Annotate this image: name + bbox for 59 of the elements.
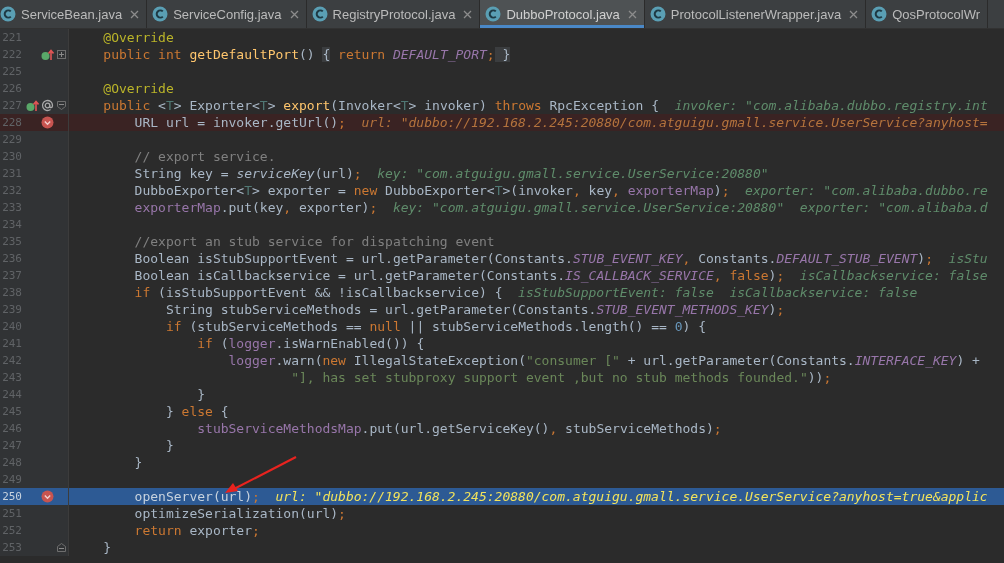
inline-debug-value: isCallbackservice: false (799, 268, 988, 283)
close-icon[interactable] (463, 9, 473, 19)
class-icon (311, 6, 328, 22)
breakpoint-icon[interactable] (41, 116, 54, 129)
line-number: 228 (1, 116, 22, 129)
code-line: //export an stub service for dispatching event (133, 234, 495, 249)
code-line: } else { (164, 404, 229, 419)
class-icon (649, 6, 666, 22)
code-line: openServer(url); (133, 489, 260, 504)
code-line: Boolean isCallbackservice = url.getParameter(Constants.IS_CALLBACK_SERVICE, false); (133, 268, 785, 283)
class-icon (871, 6, 888, 22)
fold-end-icon[interactable] (56, 543, 66, 552)
at-sign-icon[interactable] (41, 99, 54, 112)
class-icon (485, 6, 502, 22)
code-line: optimizeSerialization(url); (133, 506, 346, 521)
override-arrow-icon[interactable] (41, 48, 54, 61)
code-line: exporterMap.put(key, exporter); (133, 200, 378, 215)
code-line: // export service. (133, 149, 276, 164)
inline-debug-value: isStubSupportEvent: false isCallbackservice: false (518, 285, 918, 300)
code-line: "], has set stubproxy support event ,but no stub methods founded.")); (290, 370, 832, 385)
line-number: 250 (1, 490, 22, 503)
inline-debug-value: invoker: "com.alibaba.dubbo.registry.int (674, 98, 988, 113)
editor-tab[interactable]: ServiceBean.java (0, 0, 148, 28)
code-line: DubboExporter<T> exporter = new DubboExporter<T>(invoker, key, exporterMap); (133, 183, 730, 198)
inline-debug-value: url: "dubbo://192.168.2.245:20880/com.atguigu.gmall.service.UserService?anyhost=true&applic (275, 489, 988, 504)
code-line: String stubServiceMethods = url.getParameter(Constants.STUB_EVENT_METHODS_KEY); (164, 302, 785, 317)
inline-debug-value: key: "com.atguigu.gmall.service.UserService:20880" exporter: "com.alibaba.d (392, 200, 988, 215)
code-line: if (isStubSupportEvent && !isCallbackservice) { (133, 285, 503, 300)
class-icon (152, 6, 169, 22)
code-line: public <T> Exporter<T> export(Invoker<T> invoker) throws RpcException { (102, 98, 660, 113)
code-line: } (102, 540, 112, 555)
close-icon[interactable] (130, 9, 140, 19)
inline-debug-value: key: "com.atguigu.gmall.service.UserService:20880" (377, 166, 769, 181)
close-icon[interactable] (849, 9, 859, 19)
code-line: public int getDefaultPort() { return DEFAULT_PORT; } (102, 47, 511, 62)
code-line: URL url = invoker.getUrl(); (133, 115, 346, 130)
code-line: } (196, 387, 206, 402)
inline-debug-value: url: "dubbo://192.168.2.245:20880/com.atguigu.gmall.service.UserService?anyhost= (361, 115, 988, 130)
override-arrow-icon[interactable] (26, 99, 39, 112)
inline-debug-value: exporter: "com.alibaba.dubbo.re (745, 183, 988, 198)
code-line: String key = serviceKey(url); (133, 166, 362, 181)
close-icon[interactable] (289, 9, 299, 19)
code-line: stubServiceMethodsMap.put(url.getServiceKey(), stubServiceMethods); (196, 421, 722, 436)
fold-expand-icon[interactable] (56, 50, 66, 59)
inline-debug-value: isStu (948, 251, 988, 266)
editor-tab[interactable]: DubboProtocol.java (480, 0, 645, 28)
breakpoint-icon[interactable] (41, 490, 54, 503)
class-icon (0, 6, 16, 22)
code-line: Boolean isStubSupportEvent = url.getParameter(Constants.STUB_EVENT_KEY, Constants.DEFAULT_STUB_EVENT); (133, 251, 933, 266)
code-line: if (stubServiceMethods == null || stubServiceMethods.length() == 0) { (164, 319, 706, 334)
code-line: } (133, 455, 143, 470)
code-line: @Override (102, 81, 174, 96)
close-icon[interactable] (627, 9, 637, 19)
code-line: } (164, 438, 174, 453)
code-line: @Override (102, 30, 174, 45)
code-line: return exporter; (133, 523, 260, 538)
fold-collapse-icon[interactable] (56, 101, 66, 110)
code-line: logger.warn(new IllegalStateException("consumer [" + url.getParameter(Constants.INTERFACE_KEY) + (227, 353, 980, 368)
code-line: if (logger.isWarnEnabled()) { (196, 336, 425, 351)
